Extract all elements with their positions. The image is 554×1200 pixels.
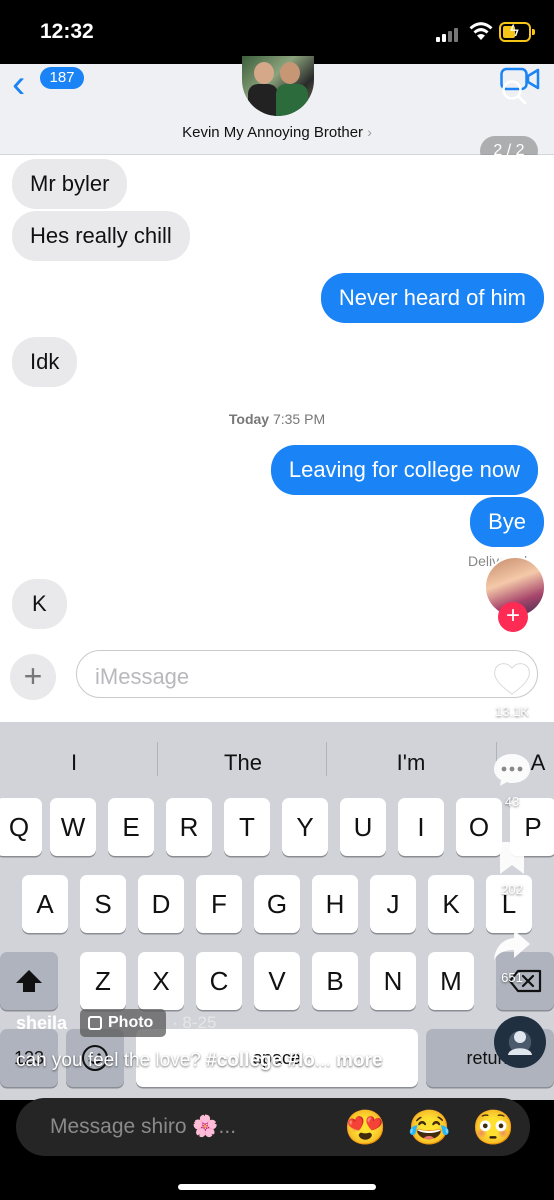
message-bubble-outgoing: Bye xyxy=(470,497,544,547)
flushed-emoji-button[interactable]: 😳 xyxy=(472,1108,514,1148)
keyboard: I The I'm A Q W E R T Y U I O P A S D F … xyxy=(0,722,554,1100)
contact-name-button[interactable]: Kevin My Annoying Brother › xyxy=(0,124,554,141)
photo-type-chip: Photo xyxy=(80,1009,166,1037)
key-z[interactable]: Z xyxy=(80,952,126,1010)
imessage-input[interactable]: iMessage xyxy=(76,650,538,698)
contact-avatar[interactable] xyxy=(242,56,314,116)
apps-plus-button[interactable]: + xyxy=(10,654,56,700)
key-e[interactable]: E xyxy=(108,798,154,856)
message-bubble-outgoing: Leaving for college now xyxy=(270,445,538,495)
follow-plus-button[interactable]: + xyxy=(498,602,528,632)
key-m[interactable]: M xyxy=(428,952,474,1010)
key-c[interactable]: C xyxy=(196,952,242,1010)
message-bubble-incoming: K xyxy=(12,579,67,629)
caption-text: can you feel the love? xyxy=(16,1050,207,1071)
key-d[interactable]: D xyxy=(138,875,184,933)
key-w[interactable]: W xyxy=(50,798,96,856)
shift-arrow-icon xyxy=(16,970,42,992)
tears-of-joy-emoji-button[interactable]: 😂 xyxy=(408,1108,450,1148)
photo-chip-label: Photo xyxy=(108,1014,154,1031)
bookmark-icon[interactable] xyxy=(492,840,532,876)
suggestion-divider xyxy=(157,742,158,776)
contact-chevron-icon: › xyxy=(367,124,372,140)
caption-more-link[interactable]: more xyxy=(336,1050,382,1071)
photo-icon xyxy=(88,1016,102,1030)
key-b[interactable]: B xyxy=(312,952,358,1010)
key-x[interactable]: X xyxy=(138,952,184,1010)
message-bubble-incoming: Mr byler xyxy=(12,159,128,209)
user-silhouette-icon xyxy=(508,1031,532,1055)
home-indicator[interactable] xyxy=(178,1184,376,1190)
key-g[interactable]: G xyxy=(254,875,300,933)
key-k[interactable]: K xyxy=(428,875,474,933)
message-bubble-incoming: Hes really chill xyxy=(12,211,190,261)
bookmark-count: 202 xyxy=(501,882,523,897)
comment-placeholder: Message shiro 🌸... xyxy=(50,1115,237,1138)
key-y[interactable]: Y xyxy=(282,798,328,856)
unread-count-badge[interactable]: 187 xyxy=(40,67,84,89)
share-arrow-icon[interactable] xyxy=(492,928,532,964)
key-n[interactable]: N xyxy=(370,952,416,1010)
shift-key[interactable] xyxy=(0,952,58,1010)
caption-ellipsis: ... xyxy=(314,1050,337,1071)
comment-input[interactable]: Message shiro 🌸... xyxy=(16,1098,530,1156)
message-thread: Mr byler Hes really chill Never heard of… xyxy=(0,155,554,722)
imessage-placeholder: iMessage xyxy=(95,664,190,689)
search-icon[interactable] xyxy=(500,78,528,106)
timestamp-day: Today xyxy=(228,411,270,427)
key-j[interactable]: J xyxy=(370,875,416,933)
like-count: 13.1K xyxy=(495,704,529,719)
contact-name: Kevin My Annoying Brother xyxy=(182,124,364,141)
key-t[interactable]: T xyxy=(224,798,270,856)
key-q[interactable]: Q xyxy=(0,798,42,856)
key-f[interactable]: F xyxy=(196,875,242,933)
share-count: 651 xyxy=(501,970,523,985)
key-s[interactable]: S xyxy=(80,875,126,933)
comment-count: 43 xyxy=(504,794,520,809)
wifi-icon xyxy=(469,22,493,40)
message-timestamp: Today 7:35 PM xyxy=(0,411,554,427)
heart-eyes-emoji-button[interactable]: 😍 xyxy=(344,1108,386,1148)
comment-bubble-icon[interactable] xyxy=(492,752,532,788)
cellular-signal-icon xyxy=(436,26,462,42)
key-h[interactable]: H xyxy=(312,875,358,933)
suggestion-divider xyxy=(326,742,327,776)
key-r[interactable]: R xyxy=(166,798,212,856)
status-bar: 12:32 ϟ xyxy=(0,0,554,64)
suggestion-item[interactable]: I xyxy=(0,750,154,776)
battery-charging-icon: ϟ xyxy=(499,21,535,42)
post-caption[interactable]: can you feel the love? #college #lo... m… xyxy=(16,1050,383,1072)
key-u[interactable]: U xyxy=(340,798,386,856)
caption-hashtags[interactable]: #college #lo xyxy=(206,1050,315,1071)
suggestion-item[interactable]: The xyxy=(163,750,323,776)
back-chevron-icon[interactable]: ‹ xyxy=(12,64,25,104)
key-a[interactable]: A xyxy=(22,875,68,933)
key-v[interactable]: V xyxy=(254,952,300,1010)
timestamp-time: 7:35 PM xyxy=(272,411,326,427)
key-i[interactable]: I xyxy=(398,798,444,856)
message-bubble-incoming: Idk xyxy=(12,337,78,387)
creator-username[interactable]: sheila xyxy=(16,1013,67,1034)
heart-like-icon[interactable] xyxy=(492,660,532,696)
status-time: 12:32 xyxy=(40,20,94,43)
message-bubble-outgoing: Never heard of him xyxy=(320,273,544,323)
post-date: · 8-25 xyxy=(172,1013,217,1032)
